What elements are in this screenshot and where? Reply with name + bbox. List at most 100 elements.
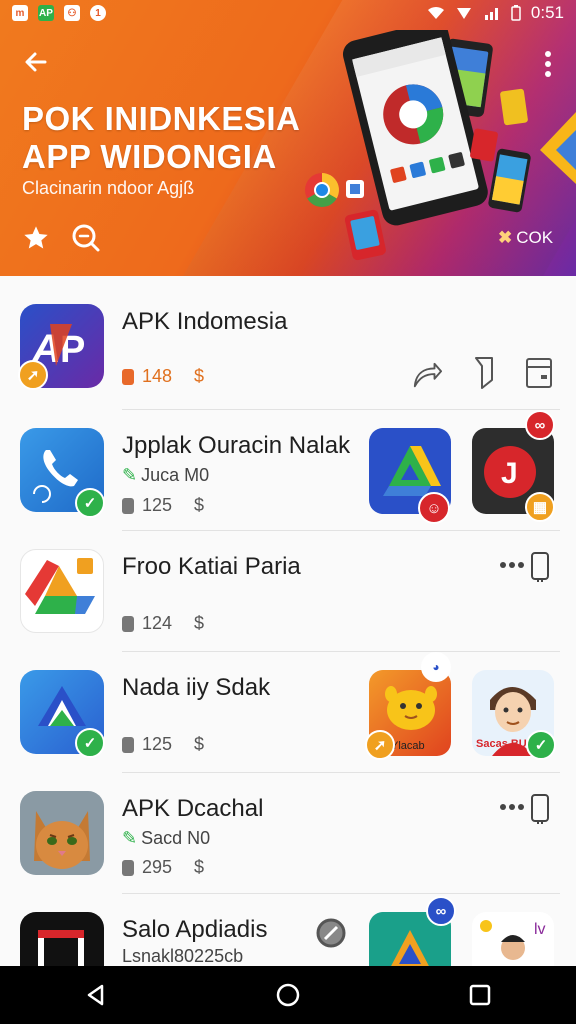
square-recents-icon <box>469 984 491 1006</box>
close-icon: ✖ <box>498 228 513 247</box>
more-horiz-device-icon <box>500 552 549 582</box>
list-item[interactable]: ✓ Nada iiy Sdak 125 $ Ylacab ◕ ➚ Sacas B… <box>0 652 576 773</box>
grid-badge-icon: ▦ <box>525 492 555 522</box>
app-price: $ <box>194 366 205 386</box>
users-icon: ⚇ <box>64 5 80 21</box>
app-size: 295 <box>142 857 173 877</box>
update-badge-icon: ➚ <box>365 730 395 760</box>
cok-label-text: COK <box>516 228 554 247</box>
app-name: Nada iiy Sdak <box>122 674 271 701</box>
block-icon <box>316 918 346 948</box>
more-options-button[interactable] <box>498 791 554 825</box>
list-item[interactable]: APK Dcachal ✎ Sacd N0 295 $ <box>0 773 576 894</box>
navigation-bar <box>0 966 576 1024</box>
back-button[interactable] <box>20 46 52 78</box>
app-size: 125 <box>142 495 173 515</box>
cat-photo-icon <box>20 791 104 875</box>
cell-signal-icon <box>484 8 498 20</box>
app-subtitle: ✎ Juca M0 <box>122 465 209 486</box>
page-title: POK INIDNKESIA APP WIDONGIA <box>22 100 352 176</box>
app-name: Salo Apdiadis <box>122 916 268 943</box>
app-price: $ <box>194 613 205 633</box>
app-icon[interactable] <box>20 549 104 633</box>
app-meta: 148 $ <box>122 366 204 387</box>
app-meta: 125 $ <box>122 495 204 516</box>
app-size: 148 <box>142 366 173 386</box>
installed-check-icon: ✓ <box>75 728 105 758</box>
hero-header: POK INIDNKESIA APP WIDONGIA Clacinarin n… <box>0 0 576 276</box>
search-button[interactable] <box>70 222 102 254</box>
list-item[interactable]: ✓ Jpplak Ouracin Nalak ✎ Juca M0 125 $ ☺ <box>0 410 576 531</box>
size-icon <box>122 497 134 514</box>
app-name: Froo Katiai Paria <box>122 553 301 580</box>
star-icon <box>24 226 48 249</box>
side-caption: Ylacab <box>391 740 425 752</box>
size-icon <box>122 859 134 876</box>
app-name: APK Dcachal <box>122 795 264 822</box>
size-icon <box>122 736 134 753</box>
alert-badge-icon: ☺ <box>418 492 450 524</box>
overflow-menu-button[interactable] <box>536 48 560 80</box>
svg-text:lv: lv <box>534 921 546 938</box>
app-meta: 124 $ <box>122 613 204 634</box>
app-developer: Juca M0 <box>141 465 210 485</box>
app-list: A P ➚ APK Indomesia 148 $ ✓ Jpplak Ourac… <box>0 286 576 1015</box>
app-price: $ <box>194 495 205 515</box>
wifi-icon <box>427 6 444 19</box>
size-icon <box>122 615 134 632</box>
app-name: Jpplak Ouracin Nalak <box>122 432 351 459</box>
installed-check-icon: ✓ <box>526 730 556 760</box>
app-subtitle: ✎ Sacd N0 <box>122 828 210 849</box>
app-notification-icon: AP <box>38 5 54 21</box>
signal-icon <box>456 8 471 19</box>
app-subtitle: Lsnakl80225cb <box>122 946 243 967</box>
title-line-1: POK INIDNKESIA <box>22 100 301 137</box>
page-subtitle: Clacinarin ndoor Agjß <box>22 178 195 198</box>
share-arrow-icon <box>413 362 442 388</box>
verified-icon: ✎ <box>122 465 138 485</box>
size-icon <box>122 368 134 385</box>
triangle-back-icon <box>87 984 104 1006</box>
more-horiz-device-icon <box>500 794 549 824</box>
update-badge-icon: ➚ <box>18 360 48 390</box>
battery-icon <box>511 5 521 21</box>
info-notification-icon: 1 <box>90 5 106 21</box>
drive-icon <box>25 558 95 614</box>
screen: POK INIDNKESIA APP WIDONGIA Clacinarin n… <box>0 0 576 1024</box>
status-bar: m AP ⚇ 1 0:51 <box>0 0 576 26</box>
app-meta: 295 $ <box>122 857 204 878</box>
search-icon <box>72 224 100 252</box>
app-price: $ <box>194 734 205 754</box>
link-badge-icon: ∞ <box>426 896 456 926</box>
circle-home-icon <box>276 983 300 1007</box>
notification-icon: m <box>12 5 28 21</box>
app-price: $ <box>194 857 205 877</box>
verified-icon: ✎ <box>122 828 138 848</box>
cok-button[interactable]: ✖ COK <box>498 228 553 248</box>
app-meta: 125 $ <box>122 734 204 755</box>
details-button[interactable] <box>524 356 554 390</box>
app-developer: Lsnakl80225cb <box>122 946 244 966</box>
title-line-2: APP WIDONGIA <box>22 138 277 175</box>
app-icon[interactable] <box>20 791 104 875</box>
more-options-button[interactable] <box>498 549 554 583</box>
list-item[interactable]: Froo Katiai Paria 124 $ <box>0 531 576 652</box>
door-icon <box>475 357 493 389</box>
list-item[interactable]: A P ➚ APK Indomesia 148 $ <box>0 286 576 410</box>
nav-home-button[interactable] <box>268 975 308 1015</box>
message-badge-icon: ∞ <box>525 410 555 440</box>
app-developer: Sacd N0 <box>141 828 211 848</box>
open-button[interactable] <box>470 356 500 390</box>
nav-back-button[interactable] <box>76 975 116 1015</box>
more-vert-icon <box>545 51 551 77</box>
colorful-badge-icon: ◕ <box>421 652 451 682</box>
favorite-button[interactable] <box>22 224 50 252</box>
document-icon <box>526 358 552 388</box>
app-size: 125 <box>142 734 173 754</box>
nav-recents-button[interactable] <box>460 975 500 1015</box>
block-button[interactable] <box>314 916 348 950</box>
app-name: APK Indomesia <box>122 308 288 335</box>
clock: 0:51 <box>530 3 564 22</box>
app-size: 124 <box>142 613 173 633</box>
share-button[interactable] <box>412 358 442 392</box>
